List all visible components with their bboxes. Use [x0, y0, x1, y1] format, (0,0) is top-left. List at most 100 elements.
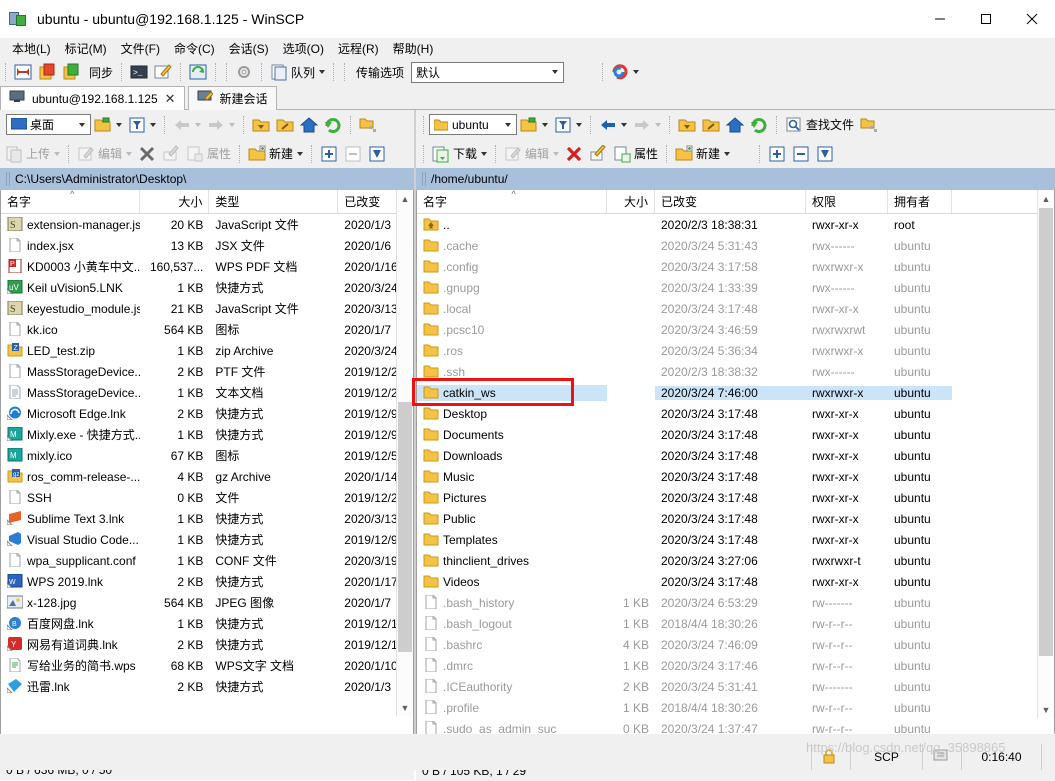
table-row[interactable]: Skeyestudio_module.js 21 KB JavaScript 文件 2… — [1, 298, 413, 319]
local-parent-directory-button[interactable] — [249, 113, 273, 137]
table-row[interactable]: index.jsx 13 KB JSX 文件 2020/1/6 — [1, 235, 413, 256]
table-row[interactable]: .gnupg 2020/3/24 1:33:39 rwx------ ubuntu — [417, 277, 1054, 298]
chevron-down-icon[interactable] — [319, 70, 326, 74]
table-row[interactable]: P KD0003 小黄车中文... 160,537... WPS PDF 文档 2020… — [1, 256, 413, 277]
remote-unselect-button[interactable] — [789, 142, 813, 166]
table-row[interactable]: gz ros_comm-release-... 4 KB gz Archive 2020… — [1, 466, 413, 487]
local-filter-icon[interactable] — [125, 113, 159, 137]
scroll-up-icon[interactable]: ▲ — [397, 190, 413, 207]
remote-properties-button[interactable]: 属性 — [610, 142, 661, 166]
remote-refresh-button[interactable] — [747, 113, 771, 137]
keep-remote-directory-updated-icon[interactable] — [186, 60, 210, 84]
table-row[interactable]: .local 2020/3/24 3:17:48 rwxr-xr-x ubuntu — [417, 298, 1054, 319]
table-row[interactable]: Documents 2020/3/24 3:17:48 rwxr-xr-x ubunt… — [417, 424, 1054, 445]
table-row[interactable]: MassStorageDevice... 1 KB 文本文档 2019/12/2 — [1, 382, 413, 403]
remote-scroll-thumb[interactable] — [1039, 208, 1053, 656]
menu-item-session[interactable]: 会话(S) — [222, 38, 276, 59]
menu-item-remote[interactable]: 远程(R) — [331, 38, 386, 59]
table-row[interactable]: Desktop 2020/3/24 3:17:48 rwxr-xr-x ubuntu — [417, 403, 1054, 424]
chevron-down-icon[interactable] — [542, 122, 548, 127]
local-drive-chevron-icon[interactable] — [74, 116, 89, 133]
scroll-up-icon[interactable]: ▲ — [1038, 190, 1054, 207]
minimize-button[interactable] — [917, 0, 963, 38]
table-row[interactable]: Z LED_test.zip 1 KB zip Archive 2020/3/24 — [1, 340, 413, 361]
local-invert-selection-button[interactable] — [365, 142, 389, 166]
local-column-size[interactable]: 大小 — [140, 190, 210, 213]
chevron-down-icon[interactable] — [195, 122, 201, 127]
table-row[interactable]: Music 2020/3/24 3:17:48 rwxr-xr-x ubuntu — [417, 466, 1054, 487]
local-column-name[interactable]: 名字 ^ — [1, 190, 141, 213]
download-queue-icon[interactable] — [59, 60, 83, 84]
upload-queue-icon[interactable] — [35, 60, 59, 84]
chevron-down-icon[interactable] — [150, 122, 156, 127]
table-row[interactable]: x-128.jpg 564 KB JPEG 图像 2020/1/7 — [1, 592, 413, 613]
menu-item-local[interactable]: 本地(L) — [5, 38, 58, 59]
table-row[interactable]: Microsoft Edge.lnk 2 KB 快捷方式 2019/12/9 — [1, 403, 413, 424]
local-edit-button[interactable]: 编辑 — [74, 142, 135, 166]
chevron-down-icon[interactable] — [126, 151, 133, 156]
local-forward-button[interactable] — [204, 113, 238, 137]
table-row[interactable]: Sublime Text 3.lnk 1 KB 快捷方式 2020/3/13 — [1, 508, 413, 529]
table-row[interactable]: .. 2020/2/3 18:38:31 rwxr-xr-x root — [417, 214, 1054, 235]
remote-rename-button[interactable] — [586, 142, 610, 166]
table-row[interactable]: Mmixly.ico 67 KB 图标 2019/12/5 — [1, 445, 413, 466]
preferences-gear-icon[interactable] — [232, 60, 256, 84]
table-row[interactable]: Videos 2020/3/24 3:17:48 rwxr-xr-x ubuntu — [417, 571, 1054, 592]
open-editor-icon[interactable] — [151, 60, 175, 84]
table-row[interactable]: Sextension-manager.js 20 KB JavaScript 文件 2… — [1, 214, 413, 235]
remote-column-changed[interactable]: 已改变 — [655, 190, 806, 213]
table-row[interactable]: .ICEauthority 2 KB 2020/3/24 5:31:41 rw----… — [417, 676, 1054, 697]
resize-grip[interactable] — [1041, 744, 1055, 770]
local-column-type[interactable]: 类型 — [209, 190, 339, 213]
local-back-button[interactable] — [170, 113, 204, 137]
transfer-settings-icon[interactable] — [11, 60, 35, 84]
remote-directory-chevron-icon[interactable] — [500, 116, 515, 133]
close-icon[interactable]: ✕ — [165, 91, 176, 107]
remote-filter-icon[interactable] — [551, 113, 585, 137]
local-rename-button[interactable] — [159, 142, 183, 166]
menu-item-mark[interactable]: 标记(M) — [58, 38, 114, 59]
table-row[interactable]: W WPS 2019.lnk 2 KB 快捷方式 2020/1/17 — [1, 571, 413, 592]
menu-item-file[interactable]: 文件(F) — [114, 38, 167, 59]
refresh-session-icon[interactable] — [608, 60, 642, 84]
local-scroll-thumb[interactable] — [398, 402, 412, 652]
remote-open-directory-icon[interactable] — [517, 113, 551, 137]
open-terminal-icon[interactable]: >_ — [127, 60, 151, 84]
table-row[interactable]: M Mixly.exe - 快捷方式... 1 KB 快捷方式 2019/12/9 — [1, 424, 413, 445]
local-new-button[interactable]: 新建 — [245, 142, 306, 166]
local-drive-dropdown[interactable]: 桌面 — [6, 114, 91, 135]
table-row[interactable]: .bash_history 1 KB 2020/3/24 6:53:29 rw----… — [417, 592, 1054, 613]
chevron-down-icon[interactable] — [297, 151, 304, 156]
chevron-down-icon[interactable] — [724, 151, 731, 156]
remote-delete-button[interactable] — [562, 142, 586, 166]
chevron-down-icon[interactable] — [576, 122, 582, 127]
find-files-button[interactable]: 查找文件 — [782, 113, 857, 137]
table-row[interactable]: Pictures 2020/3/24 3:17:48 rwxr-xr-x ubuntu — [417, 487, 1054, 508]
transfer-options-chevron-icon[interactable] — [547, 63, 563, 81]
session-tab-ubuntu[interactable]: ubuntu@192.168.1.125 ✕ — [0, 86, 185, 110]
local-delete-button[interactable] — [135, 142, 159, 166]
local-path-bar[interactable]: C:\Users\Administrator\Desktop\ — [0, 168, 414, 190]
close-button[interactable] — [1009, 0, 1055, 38]
download-button[interactable]: 下载 — [429, 142, 490, 166]
menu-item-help[interactable]: 帮助(H) — [386, 38, 441, 59]
remote-parent-directory-button[interactable] — [675, 113, 699, 137]
remote-vertical-scrollbar[interactable]: ▲ ▼ — [1037, 190, 1054, 718]
remote-select-all-button[interactable] — [765, 142, 789, 166]
table-row[interactable]: .profile 1 KB 2018/4/4 18:30:26 rw-r--r-- ub… — [417, 697, 1054, 718]
queue-button[interactable]: 队列 — [267, 60, 328, 84]
table-row[interactable]: 迅雷.lnk 2 KB 快捷方式 2020/1/3 — [1, 676, 413, 697]
local-file-list[interactable]: 名字 ^ 大小 类型 已改变 Sextension-manager.js 20 K… — [0, 190, 414, 741]
table-row[interactable]: thinclient_drives 2020/3/24 3:27:06 rwxrwx… — [417, 550, 1054, 571]
local-home-button[interactable] — [297, 113, 321, 137]
table-row[interactable]: .cache 2020/3/24 5:31:43 rwx------ ubuntu — [417, 235, 1054, 256]
chevron-down-icon[interactable] — [229, 122, 235, 127]
table-row[interactable]: kk.ico 564 KB 图标 2020/1/7 — [1, 319, 413, 340]
local-select-all-button[interactable] — [317, 142, 341, 166]
chevron-down-icon[interactable] — [621, 122, 627, 127]
table-row[interactable]: .bash_logout 1 KB 2018/4/4 18:30:26 rw-r--r… — [417, 613, 1054, 634]
remote-path-bar[interactable]: /home/ubuntu/ — [416, 168, 1055, 190]
local-unselect-button[interactable] — [341, 142, 365, 166]
table-row[interactable]: SSH 0 KB 文件 2019/12/2 — [1, 487, 413, 508]
upload-button[interactable]: 上传 — [2, 142, 63, 166]
